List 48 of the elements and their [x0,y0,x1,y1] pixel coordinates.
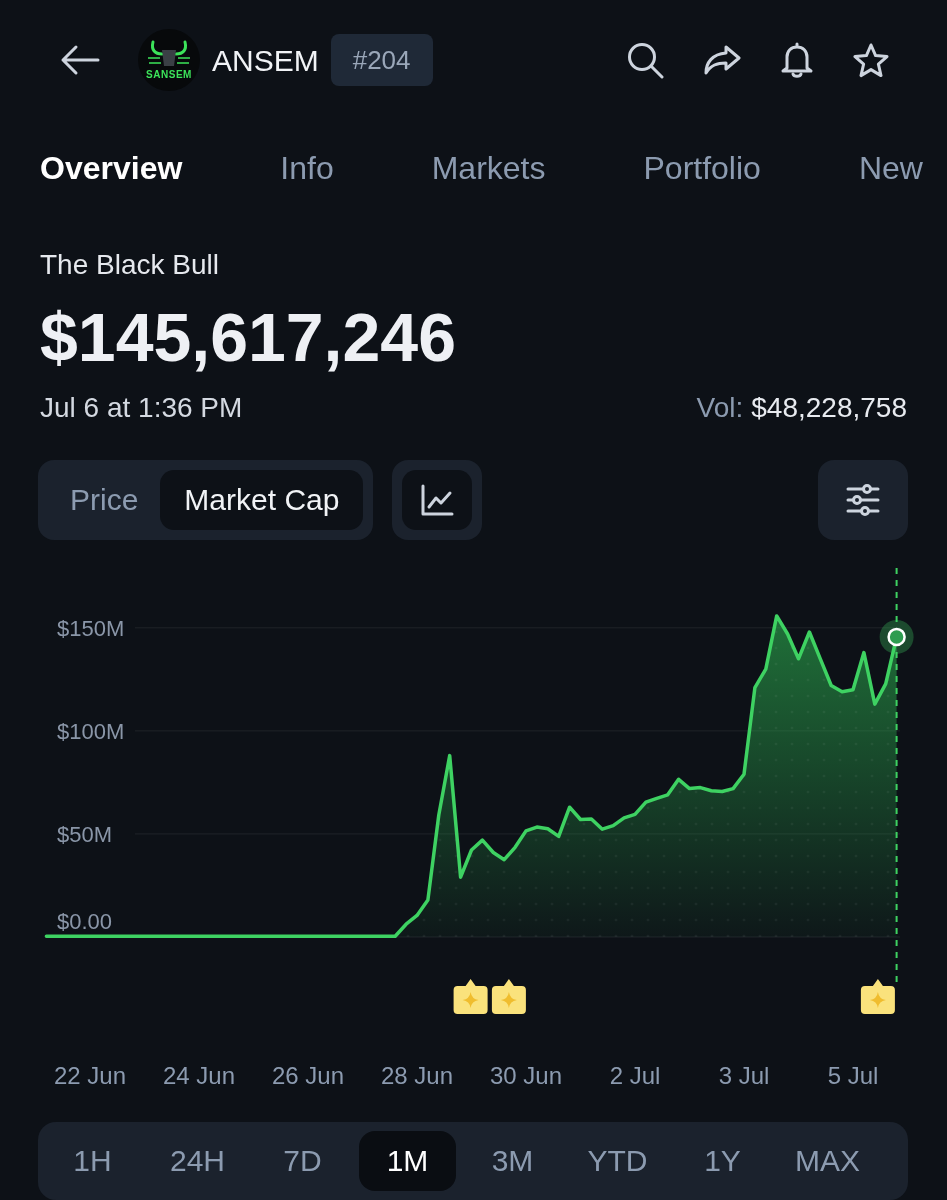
coin-name: The Black Bull [39,248,220,282]
range-option[interactable]: 1Y [704,1131,741,1191]
back-arrow-icon[interactable] [60,44,100,76]
x-axis-label: 2 Jul [609,1062,661,1089]
range-option[interactable]: 7D [283,1131,322,1191]
volume-label: Vol: [696,391,744,425]
timestamp: Jul 6 at 1:36 PM [40,391,243,425]
market-cap-value: $145,617,246 [39,299,457,375]
tab[interactable]: Portfolio [643,144,761,192]
range-option[interactable]: 24H [169,1131,225,1191]
bell-icon[interactable] [780,41,814,79]
logo-text: SANSEM [146,70,192,80]
sliders-icon [845,484,881,516]
current-point-icon [879,619,914,654]
y-axis-label: $150M [57,615,125,641]
x-axis-label: 30 Jun [489,1062,563,1089]
x-axis-label: 22 Jun [53,1062,127,1089]
event-marker-icon[interactable] [453,979,488,1014]
tab[interactable]: Markets [431,144,546,192]
tab[interactable]: New [858,144,923,192]
volume-value: $48,228,758 [751,391,907,425]
toggle-option[interactable]: Market Cap [160,470,364,530]
range-option[interactable]: 1M [358,1131,457,1191]
x-axis-label: 26 Jun [271,1062,345,1089]
tab[interactable]: Info [280,144,334,192]
y-axis-label: $0.00 [57,909,113,934]
star-icon[interactable] [853,42,889,78]
chart-type-button[interactable] [392,460,483,540]
event-marker-icon[interactable] [491,979,526,1014]
x-axis-label: 24 Jun [162,1062,236,1089]
coin-symbol: ANSEM [212,42,319,79]
x-axis-label: 5 Jul [827,1062,879,1089]
x-axis-label: 28 Jun [380,1062,454,1089]
line-chart-icon [420,484,455,516]
toggle-option[interactable]: Price [48,470,161,530]
share-icon[interactable] [703,44,741,76]
search-icon[interactable] [626,41,664,79]
range-option[interactable]: MAX [795,1131,860,1191]
filter-button[interactable] [818,460,908,540]
range-option[interactable]: 3M [491,1131,534,1191]
event-marker-icon[interactable] [860,979,895,1014]
range-option[interactable]: 1H [73,1131,112,1191]
range-option[interactable]: YTD [587,1131,648,1191]
tab[interactable]: Overview [40,144,183,192]
y-axis-label: $50M [57,821,113,847]
rank-badge: #204 [330,34,433,86]
x-axis-label: 3 Jul [718,1062,770,1089]
y-axis-label: $100M [57,718,125,744]
